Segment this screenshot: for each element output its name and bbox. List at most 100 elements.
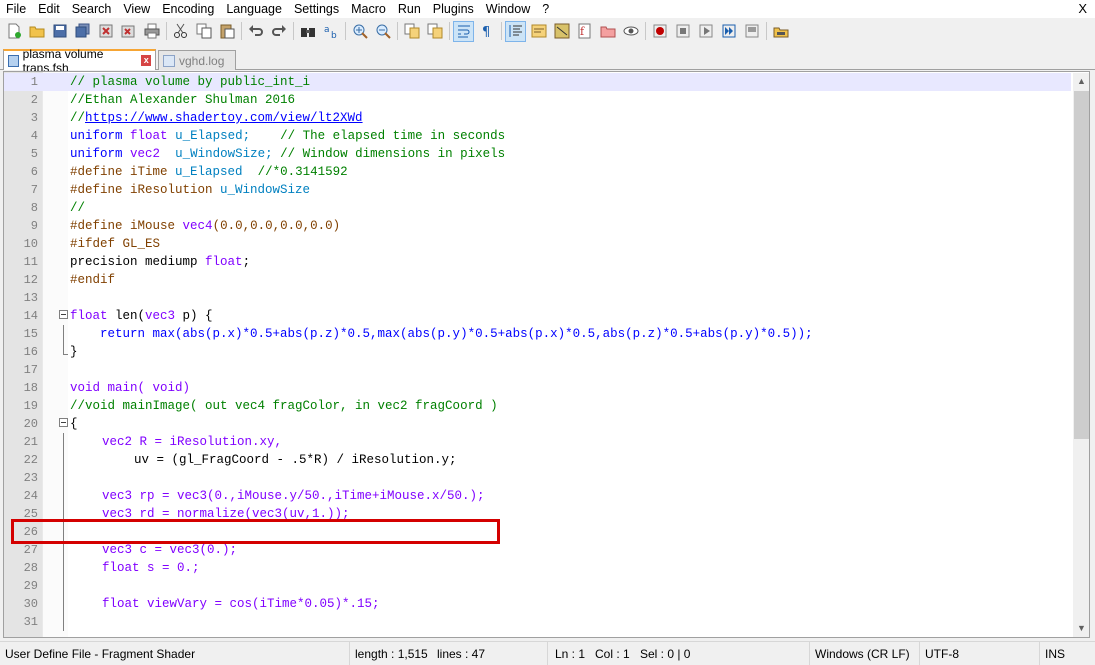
code-line: 17 bbox=[4, 361, 1071, 379]
menu-search[interactable]: Search bbox=[66, 0, 118, 18]
tab-label: vghd.log bbox=[179, 53, 225, 68]
status-eol: Windows (CR LF) bbox=[810, 642, 920, 665]
zoom-out-icon[interactable] bbox=[373, 22, 392, 41]
code-text: ; bbox=[242, 255, 251, 269]
menu-run[interactable]: Run bbox=[392, 0, 427, 18]
copy-icon[interactable] bbox=[194, 22, 213, 41]
vertical-scrollbar[interactable]: ▲ ▼ bbox=[1073, 73, 1089, 637]
toolbar-separator bbox=[397, 22, 398, 40]
open-file-icon[interactable] bbox=[27, 22, 46, 41]
code-text: (0.0,0.0,0.0,0.0) bbox=[212, 219, 341, 233]
find-icon[interactable] bbox=[298, 22, 317, 41]
scrollbar-thumb[interactable] bbox=[1074, 91, 1089, 439]
menu-help[interactable]: ? bbox=[536, 0, 555, 18]
tab-vghd-log[interactable]: vghd.log bbox=[158, 50, 236, 70]
menu-file[interactable]: File bbox=[0, 0, 32, 18]
zoom-in-icon[interactable] bbox=[350, 22, 369, 41]
code-text: vec2 bbox=[130, 147, 161, 161]
code-line: 1 // plasma volume by public_int_i bbox=[4, 73, 1071, 91]
save-icon[interactable] bbox=[50, 22, 69, 41]
sync-vertical-icon[interactable] bbox=[402, 22, 421, 41]
code-lines: 1 // plasma volume by public_int_i 2 //Eth… bbox=[4, 73, 1071, 631]
status-insert-mode: INS bbox=[1045, 647, 1066, 661]
line-number: 1 bbox=[30, 75, 38, 89]
code-text: // bbox=[70, 201, 86, 215]
close-all-icon[interactable] bbox=[119, 22, 138, 41]
menu-bar: File Edit Search View Encoding Language … bbox=[0, 0, 1095, 18]
fold-end-guide bbox=[63, 343, 68, 355]
url-link[interactable]: https://www.shadertoy.com/view/lt2XWd bbox=[85, 111, 363, 125]
line-number: 17 bbox=[23, 363, 38, 377]
stop-macro-icon[interactable] bbox=[673, 22, 692, 41]
line-number: 16 bbox=[23, 345, 38, 359]
menu-language[interactable]: Language bbox=[220, 0, 288, 18]
line-number: 14 bbox=[23, 309, 38, 323]
menu-settings[interactable]: Settings bbox=[288, 0, 345, 18]
monitoring-icon[interactable] bbox=[621, 22, 640, 41]
status-lines: lines : 47 bbox=[432, 642, 548, 665]
status-encoding: UTF-8 bbox=[920, 642, 1040, 665]
toolbar: ab ¶ f bbox=[0, 18, 1095, 44]
code-line: 24 vec3 rp = vec3(0.,iMouse.y/50.,iTime+i… bbox=[4, 487, 1071, 505]
fold-guide bbox=[63, 487, 64, 505]
play-macro-icon[interactable] bbox=[696, 22, 715, 41]
save-macro-icon[interactable] bbox=[742, 22, 761, 41]
toolbar-separator bbox=[645, 22, 646, 40]
line-number: 30 bbox=[23, 597, 38, 611]
toolbar-separator bbox=[501, 22, 502, 40]
indent-guide-icon[interactable] bbox=[505, 20, 526, 42]
record-macro-icon[interactable] bbox=[650, 22, 669, 41]
code-text: float bbox=[130, 129, 168, 143]
close-tab-icon[interactable]: x bbox=[141, 55, 151, 66]
code-text: // plasma volume by public_int_i bbox=[70, 75, 311, 89]
fold-toggle-icon[interactable] bbox=[59, 310, 68, 319]
fold-guide bbox=[63, 577, 64, 595]
code-text: //Ethan Alexander Shulman 2016 bbox=[70, 93, 296, 107]
line-number: 15 bbox=[23, 327, 38, 341]
fold-toggle-icon[interactable] bbox=[59, 418, 68, 427]
tab-plasma-volume[interactable]: plasma volume trans.fsh x bbox=[3, 47, 156, 75]
word-wrap-icon[interactable] bbox=[453, 20, 474, 42]
code-editor[interactable]: 1 // plasma volume by public_int_i 2 //Eth… bbox=[3, 71, 1090, 638]
menu-window[interactable]: Window bbox=[480, 0, 536, 18]
code-text: vec3 rp = vec3(0.,iMouse.y/50.,iTime+iMo… bbox=[102, 489, 485, 503]
print-icon[interactable] bbox=[142, 22, 161, 41]
new-file-icon[interactable] bbox=[4, 22, 23, 41]
scroll-down-icon[interactable]: ▼ bbox=[1073, 620, 1089, 637]
save-all-icon[interactable] bbox=[73, 22, 92, 41]
scroll-up-icon[interactable]: ▲ bbox=[1073, 73, 1089, 90]
document-map-icon[interactable] bbox=[552, 22, 571, 41]
close-document-button[interactable]: X bbox=[1078, 0, 1087, 18]
paste-icon[interactable] bbox=[217, 22, 236, 41]
toolbar-separator bbox=[166, 22, 167, 40]
folder-workspace-icon[interactable] bbox=[598, 22, 617, 41]
menu-edit[interactable]: Edit bbox=[32, 0, 66, 18]
code-line: 11 precision mediump float; bbox=[4, 253, 1071, 271]
menu-macro[interactable]: Macro bbox=[345, 0, 392, 18]
line-number: 7 bbox=[30, 183, 38, 197]
sync-horizontal-icon[interactable] bbox=[425, 22, 444, 41]
redo-icon[interactable] bbox=[269, 22, 288, 41]
plugin-icon[interactable] bbox=[771, 22, 790, 41]
run-macro-multiple-icon[interactable] bbox=[719, 22, 738, 41]
line-number: 11 bbox=[23, 255, 38, 269]
code-text: // The elapsed time in seconds bbox=[280, 129, 506, 143]
menu-encoding[interactable]: Encoding bbox=[156, 0, 220, 18]
menu-plugins[interactable]: Plugins bbox=[427, 0, 480, 18]
line-number: 9 bbox=[30, 219, 38, 233]
show-all-characters-icon[interactable]: ¶ bbox=[477, 22, 496, 41]
code-text: { bbox=[70, 417, 78, 431]
replace-icon[interactable]: ab bbox=[321, 22, 340, 41]
line-number: 5 bbox=[30, 147, 38, 161]
user-defined-language-icon[interactable] bbox=[529, 22, 548, 41]
close-icon[interactable] bbox=[96, 22, 115, 41]
undo-icon[interactable] bbox=[246, 22, 265, 41]
tab-bar: plasma volume trans.fsh x vghd.log bbox=[0, 46, 1095, 75]
function-list-icon[interactable]: f bbox=[575, 22, 594, 41]
status-selection: Sel : 0 | 0 bbox=[635, 642, 810, 665]
code-text: u_Elapsed; bbox=[175, 129, 251, 143]
toolbar-separator bbox=[241, 22, 242, 40]
cut-icon[interactable] bbox=[171, 22, 190, 41]
code-text: vec3 bbox=[145, 309, 176, 323]
menu-view[interactable]: View bbox=[117, 0, 156, 18]
